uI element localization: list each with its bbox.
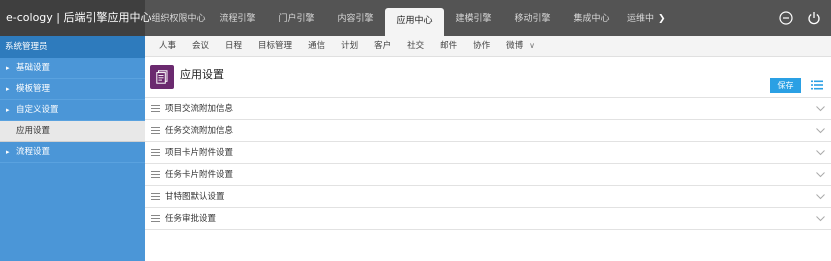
sub-tab[interactable]: 通信: [308, 36, 325, 57]
list-item-label: 任务审批设置: [165, 214, 217, 224]
main-tab[interactable]: 内容引擎: [326, 0, 385, 36]
sidebar-item-label: 自定义设置: [16, 105, 59, 115]
chevron-down-icon[interactable]: [816, 106, 825, 112]
list-item-label: 甘特图默认设置: [165, 192, 225, 202]
sidebar-title: 系统管理员: [0, 36, 145, 58]
list-item-label: 任务交流附加信息: [165, 126, 234, 136]
list-item-label: 项目交流附加信息: [165, 104, 234, 114]
sidebar: 系统管理员 ▸ 基础设置 ▸ 模板管理 ▸ 自定义设置 应用设置 ▸ 流程设置: [0, 36, 145, 261]
list-item[interactable]: 任务卡片附件设置: [145, 164, 831, 186]
sidebar-item-template-management[interactable]: ▸ 模板管理: [0, 79, 145, 100]
drag-handle-icon[interactable]: [151, 127, 160, 134]
drag-handle-icon[interactable]: [151, 171, 160, 178]
main-tab-overflow[interactable]: 运维中 ❯: [621, 0, 673, 36]
sub-tab[interactable]: 目标管理: [258, 36, 292, 57]
sidebar-item-label: 流程设置: [16, 147, 51, 157]
top-bar: e-cology | 后端引擎应用中心 组织权限中心 流程引擎 门户引擎 内容引擎 应用…: [0, 0, 831, 36]
main-tab-active[interactable]: 应用中心: [385, 8, 444, 36]
list-item[interactable]: 任务交流附加信息: [145, 120, 831, 142]
chevron-right-icon[interactable]: ❯: [658, 14, 666, 24]
sidebar-item-workflow-settings[interactable]: ▸ 流程设置: [0, 142, 145, 163]
main-tabs: 组织权限中心 流程引擎 门户引擎 内容引擎 应用中心 建模引擎 移动引擎 集成中心 运维中 ❯: [145, 0, 725, 36]
list-item-label: 任务卡片附件设置: [165, 170, 234, 180]
double-chevron-down-icon[interactable]: ∨: [529, 41, 535, 50]
main-tab[interactable]: 流程引擎: [208, 0, 267, 36]
caret-right-icon: ▸: [6, 64, 10, 72]
sidebar-item-label: 模板管理: [16, 84, 51, 94]
caret-right-icon: ▸: [6, 148, 10, 156]
sub-navigation: 人事 会议 日程 目标管理 通信 计划 客户 社交 邮件 协作 微博 ∨: [145, 36, 831, 57]
sub-tab[interactable]: 邮件: [440, 36, 457, 57]
settings-list: 项目交流附加信息 任务交流附加信息 项目卡片附件设置 任务卡片附件设置 甘特图默…: [145, 97, 831, 230]
document-icon: [150, 65, 174, 89]
drag-handle-icon[interactable]: [151, 105, 160, 112]
main-tab[interactable]: 建模引擎: [444, 0, 503, 36]
caret-right-icon: ▸: [6, 106, 10, 114]
drag-handle-icon[interactable]: [151, 215, 160, 222]
main-content: 应用设置 保存 项目交流附加信息 任务交流附加信息 项目卡片附件设置 任务卡片附…: [145, 57, 831, 261]
top-icons: [779, 0, 821, 36]
minus-circle-icon[interactable]: [779, 11, 793, 25]
list-item-label: 项目卡片附件设置: [165, 148, 234, 158]
chevron-down-icon[interactable]: [816, 150, 825, 156]
drag-handle-icon[interactable]: [151, 149, 160, 156]
sub-tab[interactable]: 微博: [506, 36, 523, 57]
sidebar-item-label: 基础设置: [16, 63, 51, 73]
main-tab-label: 运维中: [627, 14, 655, 24]
list-item[interactable]: 任务审批设置: [145, 208, 831, 230]
chevron-down-icon[interactable]: [816, 216, 825, 222]
main-tab[interactable]: 组织权限中心: [149, 0, 208, 36]
sub-tab[interactable]: 人事: [159, 36, 176, 57]
power-icon[interactable]: [807, 11, 821, 25]
list-item[interactable]: 项目卡片附件设置: [145, 142, 831, 164]
list-icon[interactable]: [811, 80, 823, 93]
sub-tab[interactable]: 会议: [192, 36, 209, 57]
sub-tab[interactable]: 客户: [374, 36, 391, 57]
main-tab[interactable]: 集成中心: [562, 0, 621, 36]
caret-right-icon: ▸: [6, 85, 10, 93]
list-item[interactable]: 甘特图默认设置: [145, 186, 831, 208]
sub-tab[interactable]: 社交: [407, 36, 424, 57]
sidebar-item-basic-settings[interactable]: ▸ 基础设置: [0, 58, 145, 79]
page-title: 应用设置: [180, 68, 224, 81]
main-tab[interactable]: 门户引擎: [267, 0, 326, 36]
sub-tab[interactable]: 协作: [473, 36, 490, 57]
main-tab[interactable]: 移动引擎: [503, 0, 562, 36]
chevron-down-icon[interactable]: [816, 128, 825, 134]
sidebar-item-custom-settings[interactable]: ▸ 自定义设置: [0, 100, 145, 121]
list-item[interactable]: 项目交流附加信息: [145, 98, 831, 120]
save-button[interactable]: 保存: [770, 78, 801, 93]
sidebar-item-app-settings[interactable]: 应用设置: [0, 121, 145, 142]
chevron-down-icon[interactable]: [816, 194, 825, 200]
drag-handle-icon[interactable]: [151, 193, 160, 200]
sub-tab[interactable]: 计划: [341, 36, 358, 57]
chevron-down-icon[interactable]: [816, 172, 825, 178]
app-brand: e-cology | 后端引擎应用中心: [0, 0, 152, 36]
sub-tab[interactable]: 日程: [225, 36, 242, 57]
